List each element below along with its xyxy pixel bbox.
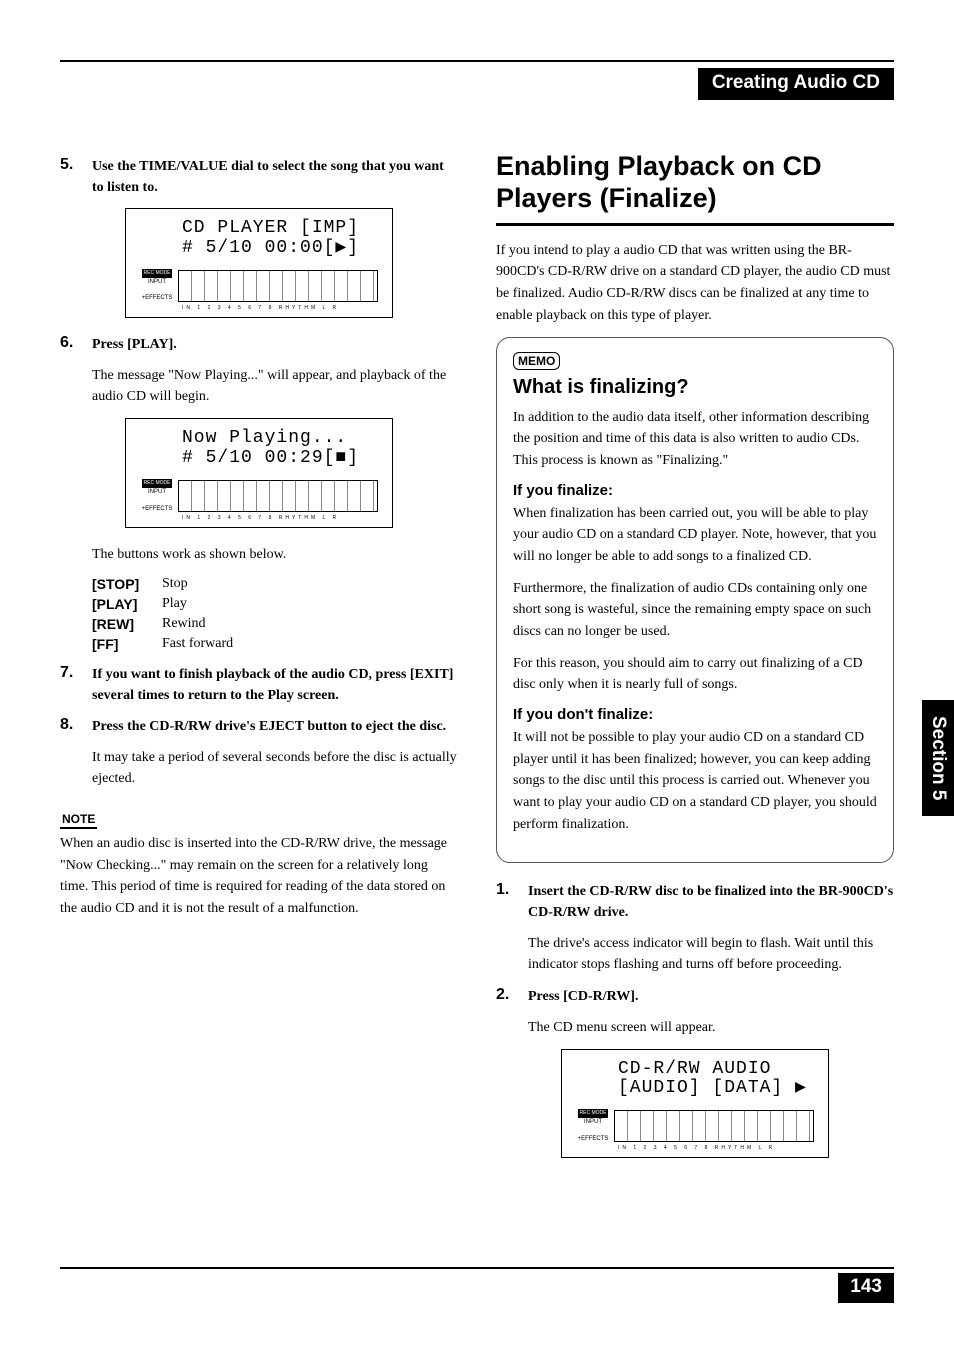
button-desc: Fast forward [162,636,233,652]
body-text: The buttons work as shown below. [92,544,458,566]
lcd-line: Now Playing... [182,429,382,449]
step-body: The CD menu screen will appear. [528,1017,894,1039]
button-label: [REW] [92,616,162,632]
step-number: 1. [496,881,528,923]
lcd-meter [614,1110,814,1142]
lcd-meter [178,270,378,302]
memo-text: When finalization has been carried out, … [513,503,877,568]
step-text: If you want to finish playback of the au… [92,664,458,706]
step-text: Press the CD-R/RW drive's EJECT button t… [92,716,446,737]
button-desc: Stop [162,576,188,592]
note-body: When an audio disc is inserted into the … [60,833,458,920]
button-row: [PLAY] Play [92,596,458,612]
button-desc: Play [162,596,187,612]
header-rule-top [60,60,894,62]
memo-subheading: If you finalize: [513,482,877,499]
step-5: 5. Use the TIME/VALUE dial to select the… [60,156,458,198]
memo-text: Furthermore, the finalization of audio C… [513,578,877,643]
memo-heading: What is finalizing? [513,376,877,399]
step-body: It may take a period of several seconds … [92,747,458,790]
step-number: 7. [60,664,92,706]
lcd-line: # 5/10 00:00[▶] [182,239,382,259]
lcd-display-1: CD PLAYER [IMP] # 5/10 00:00[▶] REC MODE… [125,208,393,318]
step-text: Press [PLAY]. [92,334,177,355]
header-title: Creating Audio CD [698,68,894,100]
step-text: Insert the CD-R/RW disc to be finalized … [528,881,894,923]
button-row: [REW] Rewind [92,616,458,632]
step-6: 6. Press [PLAY]. [60,334,458,355]
button-label: [FF] [92,636,162,652]
lcd-side-labels: REC MODE INPUT +EFFECTS [136,269,178,303]
lcd-line: CD-R/RW AUDIO [618,1060,818,1080]
lcd-meter [178,480,378,512]
memo-text: In addition to the audio data itself, ot… [513,407,877,472]
step-text: Press [CD-R/RW]. [528,986,638,1007]
lcd-line: [AUDIO] [DATA] ▶ [618,1079,818,1099]
memo-box: MEMO What is finalizing? In addition to … [496,337,894,863]
lcd-line: # 5/10 00:29[■] [182,449,382,469]
button-row: [FF] Fast forward [92,636,458,652]
button-desc: Rewind [162,616,206,632]
note-icon: NOTE [60,812,97,829]
button-label: [STOP] [92,576,162,592]
step-number: 2. [496,986,528,1007]
step-body: The message "Now Playing..." will appear… [92,365,458,408]
heading-rule [496,223,894,226]
memo-text: It will not be possible to play your aud… [513,727,877,835]
side-tab: Section 5 [922,700,954,816]
step-number: 6. [60,334,92,355]
step-1: 1. Insert the CD-R/RW disc to be finaliz… [496,881,894,923]
memo-subheading: If you don't finalize: [513,706,877,723]
step-7: 7. If you want to finish playback of the… [60,664,458,706]
step-8: 8. Press the CD-R/RW drive's EJECT butto… [60,716,458,737]
step-body: The drive's access indicator will begin … [528,933,894,976]
button-label: [PLAY] [92,596,162,612]
step-2: 2. Press [CD-R/RW]. [496,986,894,1007]
lcd-side-labels: REC MODE INPUT +EFFECTS [136,479,178,513]
section-heading: Enabling Playback on CD Players (Finaliz… [496,150,894,215]
lcd-display-2: Now Playing... # 5/10 00:29[■] REC MODE … [125,418,393,528]
step-number: 8. [60,716,92,737]
left-column: 5. Use the TIME/VALUE dial to select the… [60,150,458,1174]
memo-icon: MEMO [513,352,560,370]
lcd-line: CD PLAYER [IMP] [182,219,382,239]
step-text: Use the TIME/VALUE dial to select the so… [92,156,458,198]
lcd-scale: IN 1 2 3 4 5 6 7 8 RHYTHM L R [618,1145,818,1151]
intro-text: If you intend to play a audio CD that wa… [496,240,894,327]
page-number: 143 [838,1273,894,1303]
footer: 143 [60,1267,894,1303]
lcd-side-labels: REC MODE INPUT +EFFECTS [572,1109,614,1143]
memo-text: For this reason, you should aim to carry… [513,653,877,696]
button-row: [STOP] Stop [92,576,458,592]
step-number: 5. [60,156,92,198]
lcd-scale: IN 1 2 3 4 5 6 7 8 RHYTHM L R [182,515,382,521]
right-column: Enabling Playback on CD Players (Finaliz… [496,150,894,1174]
lcd-scale: IN 1 2 3 4 5 6 7 8 RHYTHM L R [182,305,382,311]
lcd-display-3: CD-R/RW AUDIO [AUDIO] [DATA] ▶ REC MODE … [561,1049,829,1159]
